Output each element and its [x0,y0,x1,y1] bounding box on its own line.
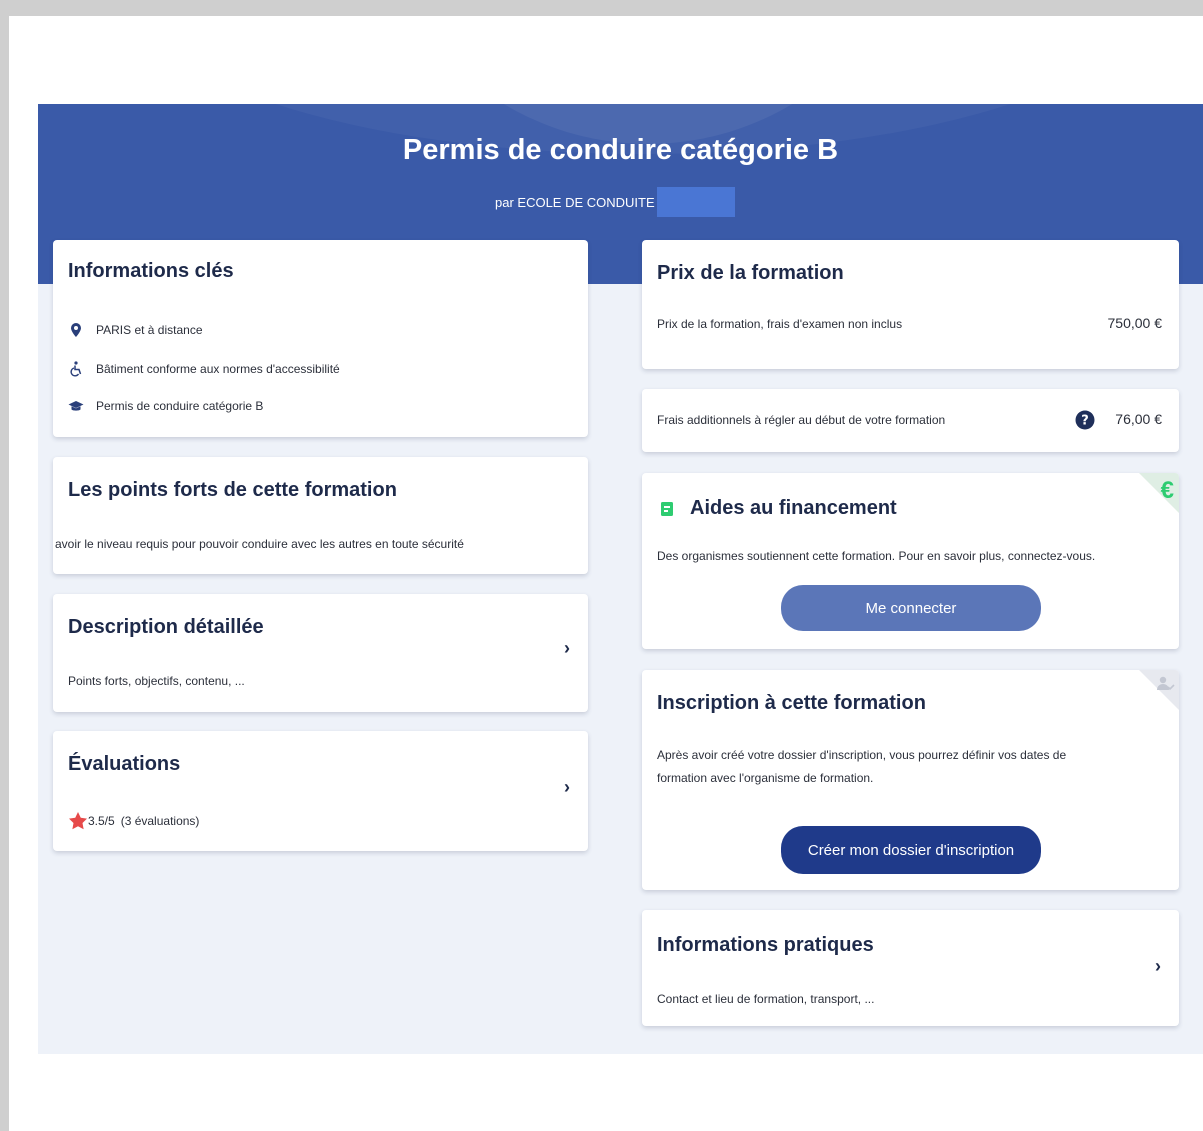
provider-name-redacted [656,187,735,217]
practical-info-text: Contact et lieu de formation, transport,… [657,992,875,1006]
funding-card: € Aides au financement Des organismes so… [642,473,1179,649]
svg-text:?: ? [1081,414,1089,429]
chevron-right-icon: › [1155,956,1161,976]
funding-title: Aides au financement [690,497,897,519]
extra-fees-value: 76,00 € [1115,411,1162,427]
person-check-icon [1157,676,1175,691]
euro-icon: € [1160,477,1174,504]
window-frame-left [0,0,9,1131]
strengths-card: Les points forts de cette formation avoi… [53,457,588,574]
strengths-text: avoir le niveau requis pour pouvoir cond… [55,537,464,551]
registration-text-line2: formation avec l'organisme de formation. [657,771,874,785]
description-card[interactable]: Description détaillée › Points forts, ob… [53,594,588,712]
location-pin-icon [71,323,81,337]
evaluations-card[interactable]: Évaluations › 3.5/5 (3 évaluations) [53,731,588,851]
funding-badge-icon [661,502,673,516]
description-title: Description détaillée [68,616,264,638]
strengths-title: Les points forts de cette formation [68,479,397,501]
page-title: Permis de conduire catégorie B [402,134,839,166]
chevron-right-icon: › [564,638,570,658]
extra-fees-card: Frais additionnels à régler au début de … [642,389,1179,452]
key-info-location: PARIS et à distance [68,320,203,340]
price-title: Prix de la formation [657,262,844,284]
key-info-accessibility-text: Bâtiment conforme aux normes d'accessibi… [96,362,340,376]
practical-info-card[interactable]: Informations pratiques › Contact et lieu… [642,910,1179,1026]
wheelchair-icon [70,361,82,377]
registration-text-line1: Après avoir créé votre dossier d'inscrip… [657,748,1067,762]
key-info-location-text: PARIS et à distance [96,323,203,337]
evaluations-title: Évaluations [68,753,181,775]
training-page: Permis de conduire catégorie B par ECOLE… [38,104,1203,1054]
key-info-accessibility: Bâtiment conforme aux normes d'accessibi… [68,359,340,379]
key-info-card: Informations clés PARIS et à distance Bâ… [53,240,588,437]
practical-info-title: Informations pratiques [657,934,874,956]
evaluations-count: (3 évaluations) [120,814,200,828]
login-button[interactable]: Me connecter [781,585,1041,631]
graduation-cap-icon [68,401,84,411]
star-icon [69,812,87,830]
evaluations-rating-row: 3.5/5 (3 évaluations) [68,811,199,831]
price-card: Prix de la formation Prix de la formatio… [642,240,1179,369]
registration-title: Inscription à cette formation [657,692,926,714]
registration-card: Inscription à cette formation Après avoi… [642,670,1179,890]
key-info-category-text: Permis de conduire catégorie B [96,399,264,413]
price-label: Prix de la formation, frais d'examen non… [657,317,903,331]
description-text: Points forts, objectifs, contenu, ... [68,674,245,688]
extra-fees-label: Frais additionnels à régler au début de … [657,413,946,427]
window-frame-top [0,0,1203,16]
create-registration-button[interactable]: Créer mon dossier d'inscription [781,826,1041,874]
evaluations-rating: 3.5/5 [88,814,115,828]
price-value: 750,00 € [1107,315,1163,331]
funding-text: Des organismes soutiennent cette formati… [657,549,1096,563]
key-info-title: Informations clés [68,260,234,282]
help-icon[interactable]: ? [1075,410,1095,430]
chevron-right-icon: › [564,777,570,797]
provider-label: par ECOLE DE CONDUITE [495,194,655,210]
provider-line: par ECOLE DE CONDUITE [495,187,735,217]
key-info-category: Permis de conduire catégorie B [68,396,263,416]
